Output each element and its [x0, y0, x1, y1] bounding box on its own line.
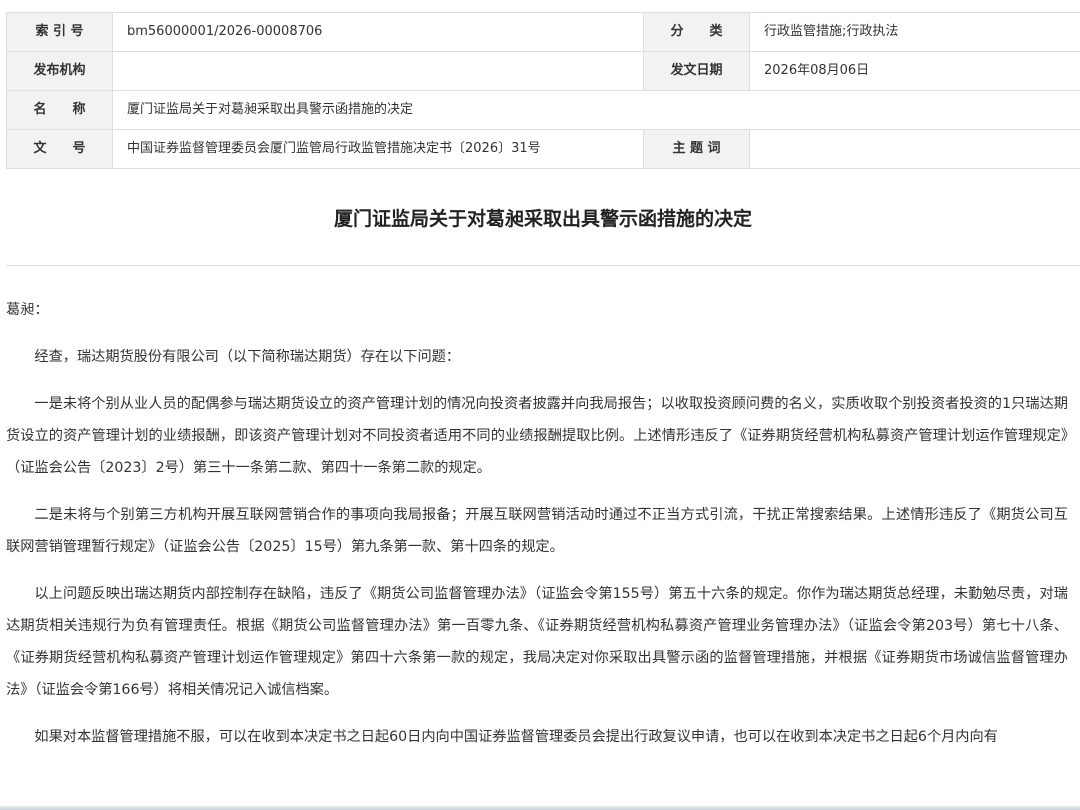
index-number-value: bm56000001/2026-00008706: [112, 12, 644, 52]
document-page: 索 引 号 bm56000001/2026-00008706 分 类 行政监管措…: [0, 0, 1080, 810]
keywords-label: 主 题 词: [643, 129, 750, 169]
index-number-label: 索 引 号: [6, 12, 113, 52]
metadata-row-docno: 文 号 中国证券监督管理委员会厦门监管局行政监管措施决定书〔2026〕31号 主…: [6, 129, 1080, 169]
category-label: 分 类: [643, 12, 750, 52]
name-value: 厦门证监局关于对葛昶采取出具警示函措施的决定: [112, 90, 1080, 130]
window-bottom-edge: [0, 806, 1080, 810]
metadata-row-issuer: 发布机构 发文日期 2026年08月06日: [6, 51, 1080, 91]
title-divider: [6, 265, 1080, 266]
body-paragraph: 二是未将与个别第三方机构开展互联网营销合作的事项向我局报备；开展互联网营销活动时…: [6, 507, 1068, 555]
salutation: 葛昶：: [6, 302, 49, 318]
document-metadata-table: 索 引 号 bm56000001/2026-00008706 分 类 行政监管措…: [6, 12, 1080, 169]
body-paragraph: 经查，瑞达期货股份有限公司（以下简称瑞达期货）存在以下问题：: [34, 349, 461, 365]
metadata-row-name: 名 称 厦门证监局关于对葛昶采取出具警示函措施的决定: [6, 90, 1080, 130]
document-title: 厦门证监局关于对葛昶采取出具警示函措施的决定: [333, 208, 752, 230]
document-body: 葛昶： 经查，瑞达期货股份有限公司（以下简称瑞达期货）存在以下问题： 一是未将个…: [6, 294, 1068, 768]
name-label: 名 称: [6, 90, 113, 130]
body-paragraph: 一是未将个别从业人员的配偶参与瑞达期货设立的资产管理计划的情况向投资者披露并向我…: [6, 396, 1068, 476]
category-value: 行政监管措施;行政执法: [749, 12, 1080, 52]
document-number-label: 文 号: [6, 129, 113, 169]
body-paragraph: 如果对本监督管理措施不服，可以在收到本决定书之日起60日内向中国证券监督管理委员…: [34, 729, 998, 745]
body-paragraph: 以上问题反映出瑞达期货内部控制存在缺陷，违反了《期货公司监督管理办法》（证监会令…: [6, 586, 1068, 698]
issue-date-value: 2026年08月06日: [749, 51, 1080, 91]
document-number-value: 中国证券监督管理委员会厦门监管局行政监管措施决定书〔2026〕31号: [112, 129, 644, 169]
issuer-label: 发布机构: [6, 51, 113, 91]
issue-date-label: 发文日期: [643, 51, 750, 91]
keywords-value: [749, 129, 1080, 169]
metadata-row-index: 索 引 号 bm56000001/2026-00008706 分 类 行政监管措…: [6, 12, 1080, 52]
issuer-value: [112, 51, 644, 91]
